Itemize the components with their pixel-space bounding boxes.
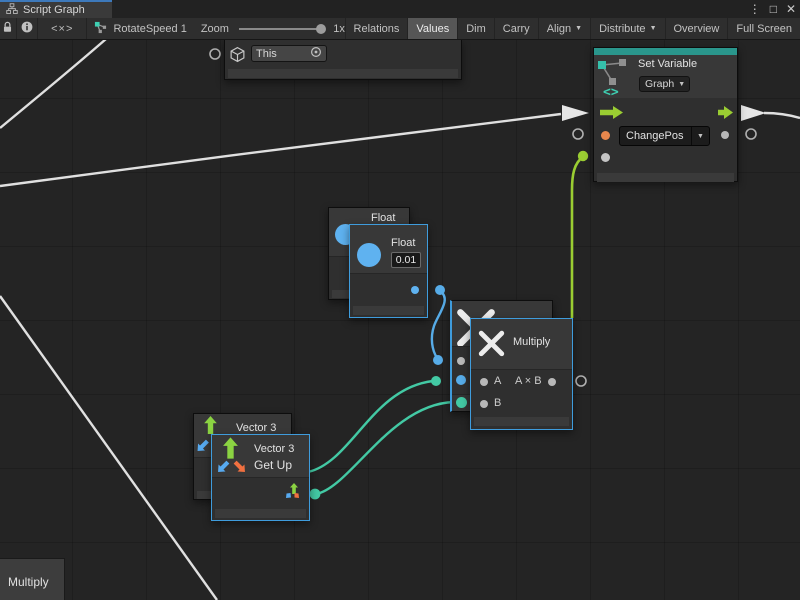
getup-footer [215, 509, 306, 518]
values-button[interactable]: Values [408, 18, 458, 39]
this-node[interactable]: This [224, 40, 462, 80]
set-variable-footer [597, 173, 734, 182]
this-object-field[interactable]: This [251, 45, 327, 62]
chevron-down-icon: ▼ [650, 25, 657, 32]
vector3-back-title: Vector 3 [236, 422, 276, 434]
this-node-footer [228, 69, 458, 78]
flow-in-arrow[interactable] [600, 106, 623, 124]
set-variable-title: Set Variable [638, 58, 697, 70]
variable-dropdown-arrow[interactable]: ▼ [691, 127, 709, 145]
getup-output-port[interactable] [284, 483, 301, 502]
corner-multiply-title: Multiply [8, 575, 49, 589]
float-footer [353, 306, 424, 315]
menu-dots-icon[interactable]: ⋮ [749, 0, 761, 18]
multiply-back-port-teal[interactable] [456, 397, 467, 408]
set-variable-node[interactable]: <> Set Variable Graph ▼ ChangePos ▼ [593, 47, 738, 182]
zoom-label: Zoom [201, 23, 229, 35]
float-node[interactable]: Float 0.01 [349, 224, 428, 318]
getup-subtitle: Get Up [254, 458, 292, 472]
distribute-dropdown-button[interactable]: Distribute ▼ [591, 18, 665, 39]
close-icon[interactable]: ✕ [786, 0, 796, 18]
lock-button[interactable] [0, 18, 17, 39]
getup-title: Vector 3 [254, 443, 294, 455]
multiply-icon [477, 329, 506, 363]
info-icon [21, 21, 33, 36]
float-back-title: Float [371, 212, 395, 224]
scope-value: Graph [645, 78, 674, 90]
graph-toolbar: <×> RotateSpeed 1 Zoom 1x Relations [0, 18, 800, 40]
tab-script-graph[interactable]: Script Graph [0, 0, 112, 18]
cube-icon [229, 46, 246, 68]
chevron-down-icon: ▼ [697, 133, 704, 140]
multiply-port-b[interactable] [480, 400, 488, 408]
variable-accent-bar [594, 48, 737, 55]
float-icon [357, 243, 381, 267]
float-output-port[interactable] [411, 286, 419, 294]
multiply-footer [474, 417, 569, 426]
script-graph-icon [94, 21, 107, 37]
info-button[interactable] [17, 18, 38, 39]
dim-button[interactable]: Dim [458, 18, 495, 39]
tab-bar: Script Graph ⋮ □ ✕ [0, 0, 800, 18]
float-value-input[interactable]: 0.01 [391, 252, 421, 268]
getup-node[interactable]: Vector 3 Get Up [211, 434, 310, 521]
multiply-port-b-label: B [494, 397, 501, 409]
set-variable-icon: <> [597, 57, 631, 102]
zoom-value: 1x [333, 23, 345, 35]
maximize-icon[interactable]: □ [770, 0, 777, 18]
code-toggle-icon: <×> [51, 23, 73, 35]
fullscreen-button[interactable]: Full Screen [728, 18, 800, 39]
zoom-slider[interactable] [239, 28, 321, 30]
graph-hierarchy-icon [6, 3, 18, 18]
multiply-node[interactable]: Multiply A A × B B [470, 318, 573, 430]
value-in-port[interactable] [601, 153, 610, 162]
graph-name: RotateSpeed 1 [113, 23, 186, 35]
variable-name-dropdown[interactable]: ChangePos ▼ [619, 126, 710, 146]
svg-text:<>: <> [603, 85, 619, 97]
lock-icon [2, 21, 13, 36]
zoom-control: Zoom 1x [187, 18, 345, 39]
flow-out-arrow[interactable] [718, 106, 733, 124]
multiply-out-label: A × B [515, 375, 542, 387]
vector3-back-sw-arrow-icon [196, 439, 209, 458]
multiply-out-port[interactable] [548, 378, 556, 386]
multiply-title: Multiply [513, 336, 550, 348]
chevron-down-icon: ▼ [678, 81, 685, 88]
multiply-port-a[interactable] [480, 378, 488, 386]
port-toggle-button[interactable]: <×> [38, 18, 87, 39]
graph-breadcrumb[interactable]: RotateSpeed 1 [87, 18, 186, 39]
variable-scope-dropdown[interactable]: Graph ▼ [639, 76, 690, 92]
corner-multiply-node[interactable]: Multiply [0, 558, 65, 600]
variable-out-port[interactable] [721, 131, 729, 139]
tab-label: Script Graph [23, 4, 85, 16]
multiply-back-port-a[interactable] [457, 357, 465, 365]
overview-button[interactable]: Overview [666, 18, 729, 39]
zoom-slider-knob[interactable] [316, 24, 326, 34]
multiply-port-a-label: A [494, 375, 501, 387]
variable-name-value: ChangePos [620, 130, 690, 142]
multiply-back-port-blue[interactable] [456, 375, 466, 385]
relations-button[interactable]: Relations [346, 18, 409, 39]
carry-button[interactable]: Carry [495, 18, 539, 39]
unity-script-graph-window: This <> Set Variable Graph ▼ [0, 0, 800, 600]
align-dropdown-button[interactable]: Align ▼ [539, 18, 591, 39]
variable-name-port[interactable] [601, 131, 610, 140]
object-picker-icon[interactable] [310, 46, 322, 61]
chevron-down-icon: ▼ [575, 25, 582, 32]
float-title: Float [391, 237, 415, 249]
this-field-value: This [256, 48, 277, 60]
